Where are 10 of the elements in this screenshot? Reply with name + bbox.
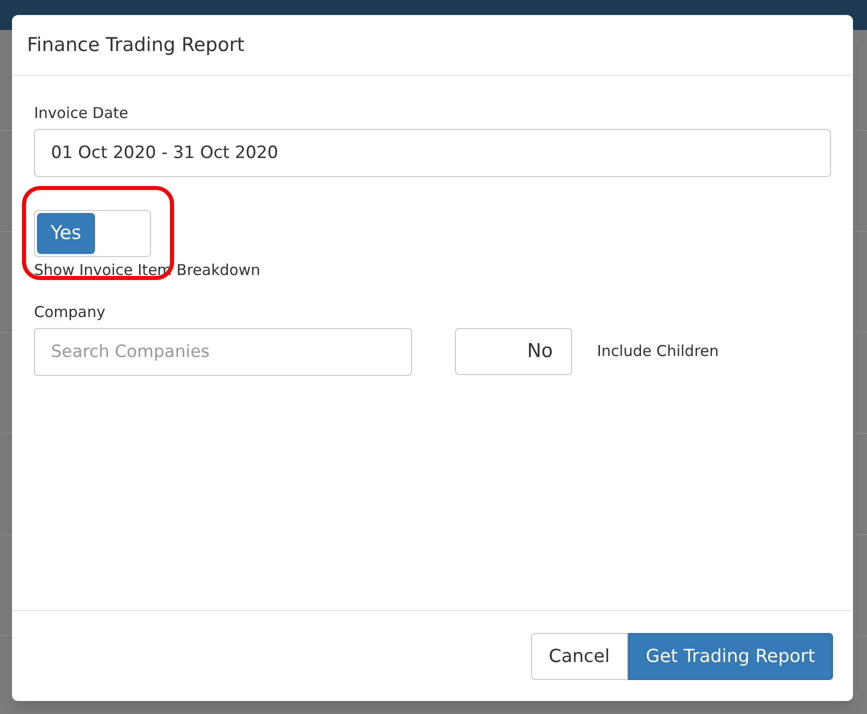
- toggle-switch[interactable]: No: [455, 328, 572, 375]
- cancel-button[interactable]: Cancel: [530, 632, 628, 680]
- toggle-switch[interactable]: Yes: [34, 210, 151, 256]
- submit-button[interactable]: Get Trading Report: [628, 632, 833, 680]
- company-search-field[interactable]: Search Companies: [34, 328, 412, 376]
- field-label: Company: [34, 302, 106, 323]
- date-range-field[interactable]: 01 Oct 2020 - 31 Oct 2020: [34, 128, 831, 176]
- dialog-title: Finance Trading Report: [27, 32, 244, 58]
- field-label: Invoice Date: [34, 103, 130, 124]
- toggle-caption: Include Children: [597, 341, 719, 362]
